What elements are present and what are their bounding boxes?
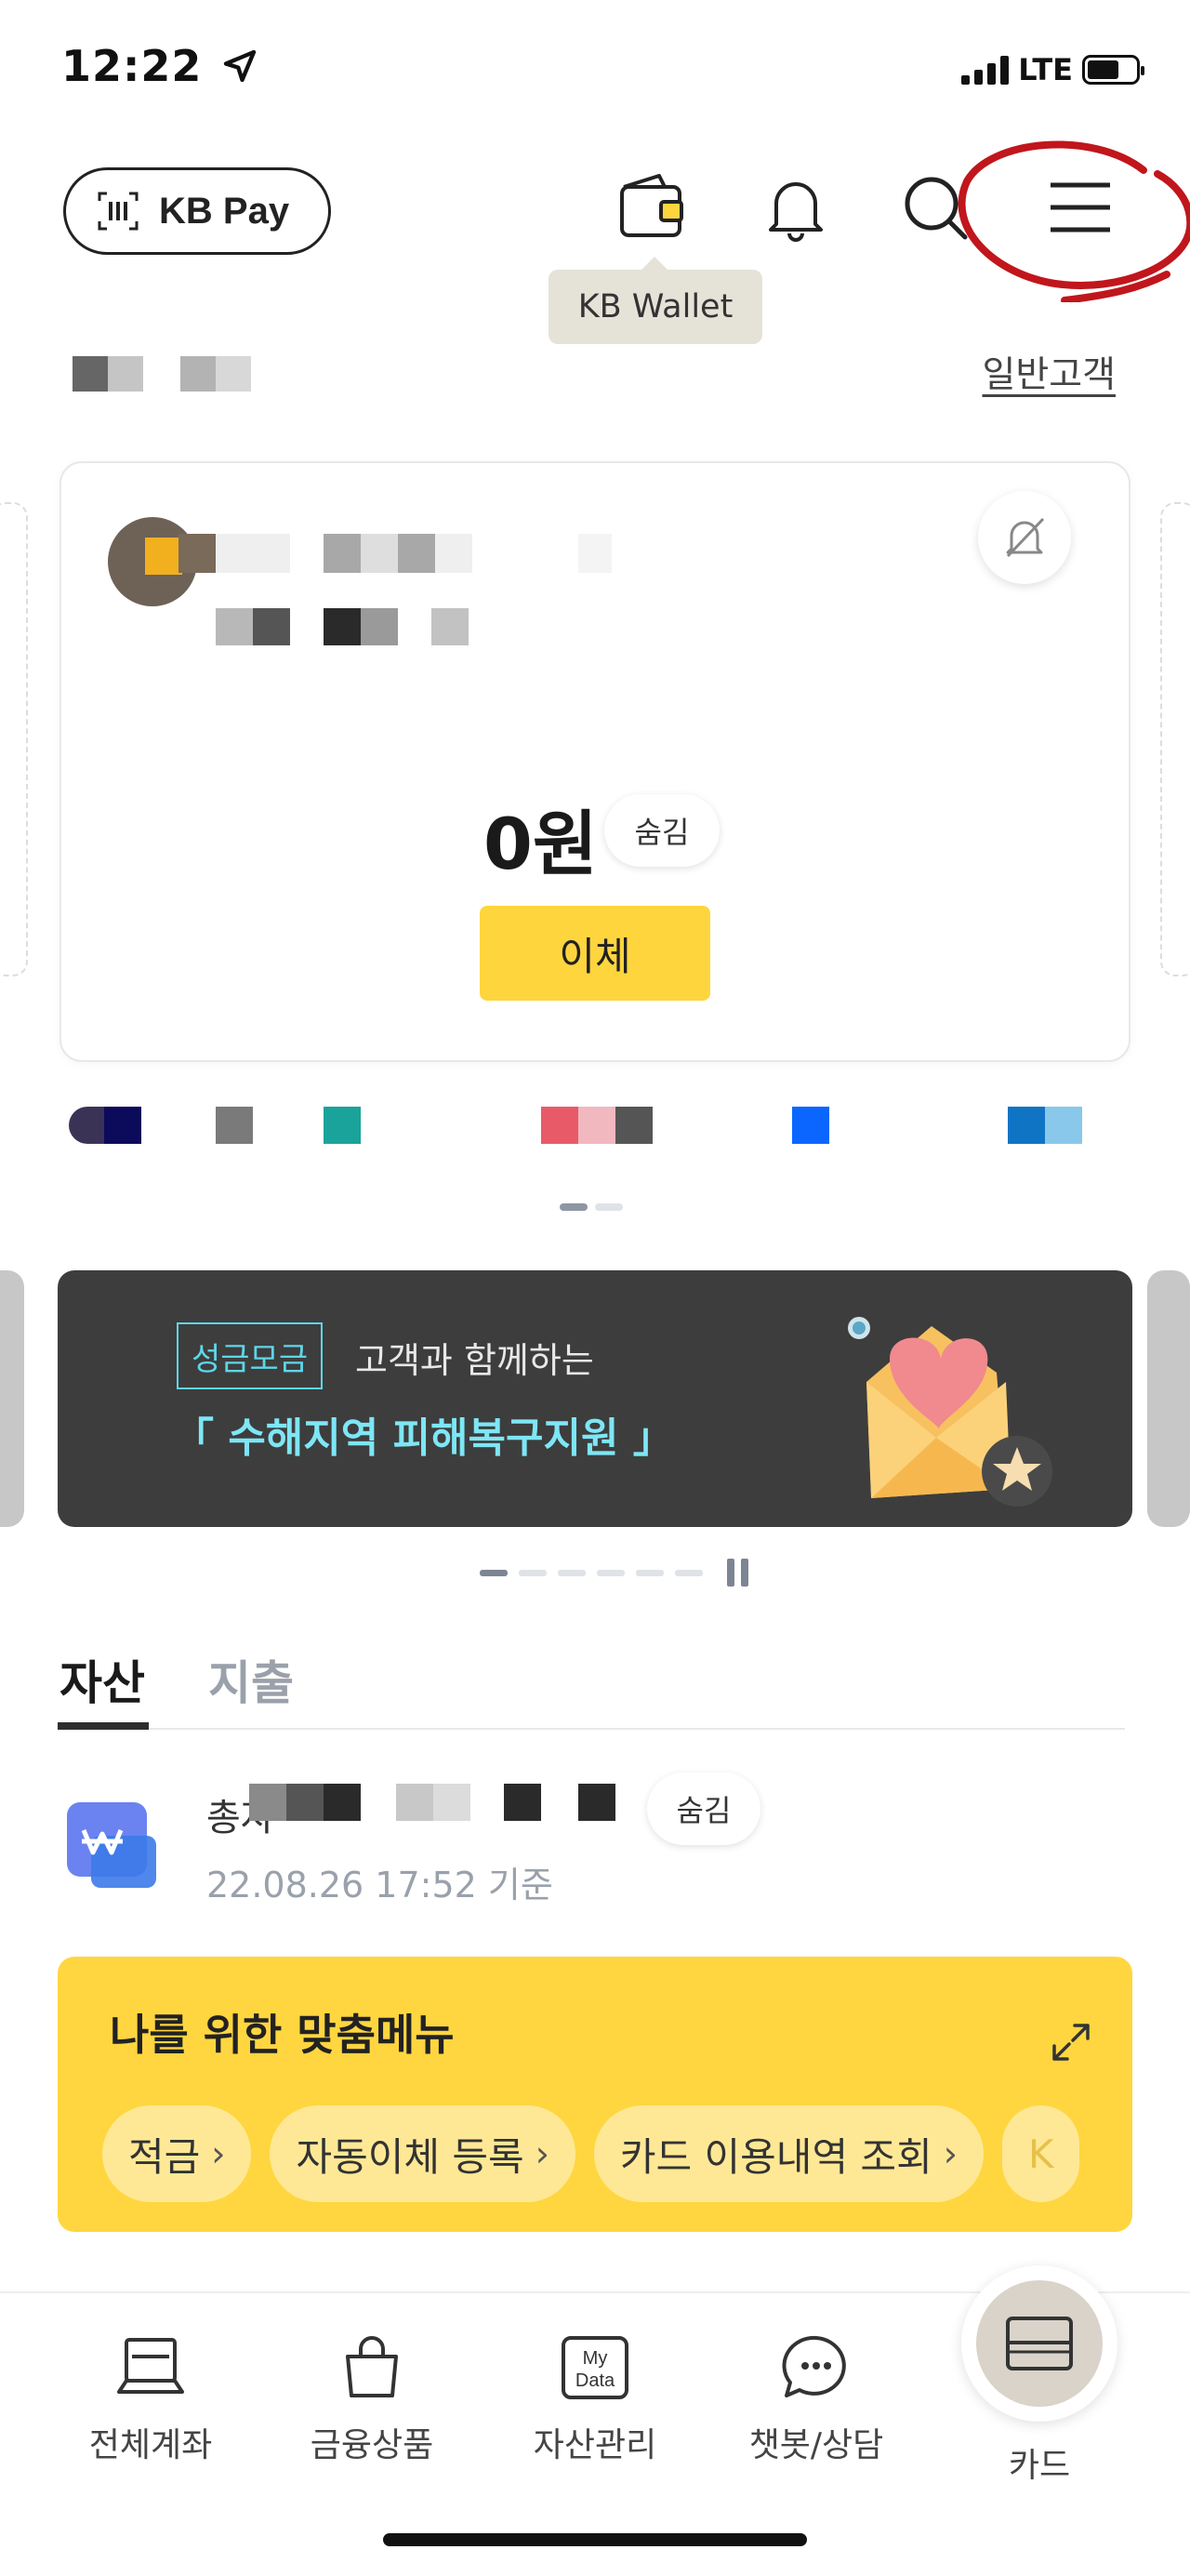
chip-card-history[interactable]: 카드 이용내역 조회 › xyxy=(593,2105,984,2202)
account-balance: 0원 xyxy=(483,803,598,885)
bell-icon xyxy=(769,182,823,242)
tabbar-label: 자산관리 xyxy=(533,2426,657,2464)
redacted-name xyxy=(73,356,145,392)
next-card-peek[interactable] xyxy=(1160,502,1190,976)
hide-assets-button[interactable]: 숨김 xyxy=(647,1773,760,1845)
status-time: 12:22 xyxy=(61,41,258,91)
home-indicator[interactable] xyxy=(383,2533,807,2546)
chip-overflow[interactable]: K xyxy=(1001,2105,1080,2202)
network-type: LTE xyxy=(1018,52,1073,87)
chip-auto-transfer[interactable]: 자동이체 등록 › xyxy=(270,2105,575,2202)
laptop-icon xyxy=(117,2338,184,2394)
chat-bubble-icon xyxy=(782,2335,846,2397)
transfer-button[interactable]: 이체 xyxy=(480,906,710,1001)
bank-shortcut-strip[interactable] xyxy=(69,1107,1157,1144)
tabbar-card-button[interactable] xyxy=(961,2265,1117,2422)
promo-banner[interactable]: 성금모금 고객과 함께하는 「 수해지역 피해복구지원 」 xyxy=(58,1270,1132,1527)
card-page-indicator xyxy=(560,1203,623,1211)
banner-pager xyxy=(480,1559,748,1587)
chevron-right-icon: › xyxy=(943,2133,958,2174)
svg-text:Data: Data xyxy=(575,2370,615,2391)
mydata-icon: My Data xyxy=(562,2336,628,2399)
bell-off-icon xyxy=(1006,517,1045,558)
kb-pay-label: KB Pay xyxy=(159,190,290,232)
svg-text:My: My xyxy=(583,2348,608,2369)
cell-signal-icon xyxy=(961,55,1010,85)
tabbar-chatbot[interactable]: 챗봇/상담 xyxy=(714,2334,919,2466)
tab-assets[interactable]: 자산 xyxy=(60,1646,145,1713)
wallet-button[interactable] xyxy=(615,166,690,249)
redacted-name xyxy=(180,356,253,392)
barcode-icon xyxy=(98,192,139,231)
shopping-bag-icon xyxy=(346,2336,398,2397)
tabbar-products[interactable]: 금융상품 xyxy=(270,2334,474,2466)
chevron-right-icon: › xyxy=(211,2133,226,2174)
custom-menu-card: 나를 위한 맞춤메뉴 적금 › 자동이체 등록 › 카드 이용내역 조회 › K xyxy=(58,1957,1132,2232)
notification-button[interactable] xyxy=(759,166,833,249)
tabbar-all-accounts[interactable]: 전체계좌 xyxy=(48,2334,253,2466)
tab-spending[interactable]: 지출 xyxy=(208,1646,294,1713)
redacted-account-name xyxy=(178,534,615,573)
notification-off-button[interactable] xyxy=(978,491,1071,584)
card-icon xyxy=(1006,2317,1073,2370)
expand-icon[interactable] xyxy=(1049,2020,1093,2065)
banner-title: 「 수해지역 피해복구지원 」 xyxy=(173,1414,674,1462)
tabbar-label: 금융상품 xyxy=(310,2426,434,2464)
tabbar-label: 전체계좌 xyxy=(88,2426,213,2464)
pause-icon[interactable] xyxy=(727,1559,748,1587)
custom-menu-chips: 적금 › 자동이체 등록 › 카드 이용내역 조회 › K xyxy=(102,2105,1080,2202)
prev-card-peek[interactable] xyxy=(0,502,28,976)
status-indicators: LTE xyxy=(961,52,1144,87)
tabbar-asset-management[interactable]: My Data 자산관리 xyxy=(493,2334,697,2466)
redacted-account-number xyxy=(216,608,472,645)
red-annotation-circle xyxy=(958,140,1190,302)
banner-tag: 성금모금 xyxy=(177,1322,324,1389)
heart-envelope-icon xyxy=(848,1317,1052,1507)
asset-won-icon xyxy=(67,1802,156,1888)
chevron-right-icon: › xyxy=(535,2133,549,2174)
chip-savings[interactable]: 적금 › xyxy=(102,2105,252,2202)
wallet-tooltip: KB Wallet xyxy=(549,257,762,344)
redacted-total-assets xyxy=(249,1784,621,1821)
asset-timestamp: 22.08.26 17:52 기준 xyxy=(206,1865,553,1905)
tabbar-label: 챗봇/상담 xyxy=(748,2426,884,2464)
hide-balance-button[interactable]: 숨김 xyxy=(604,794,720,867)
customer-type-link[interactable]: 일반고객 xyxy=(982,346,1116,398)
prev-banner-peek[interactable] xyxy=(0,1270,24,1527)
kb-pay-button[interactable]: KB Pay xyxy=(63,167,331,255)
next-banner-peek[interactable] xyxy=(1147,1270,1190,1527)
location-arrow-icon xyxy=(224,49,257,83)
tab-divider xyxy=(58,1728,1125,1730)
tab-active-indicator xyxy=(58,1722,149,1730)
battery-icon xyxy=(1082,55,1144,85)
tabbar-card-label: 카드 xyxy=(1008,2447,1071,2485)
custom-menu-title: 나를 위한 맞춤메뉴 xyxy=(110,2010,455,2060)
wallet-icon xyxy=(620,174,683,237)
banner-subtitle: 고객과 함께하는 xyxy=(355,1340,594,1381)
